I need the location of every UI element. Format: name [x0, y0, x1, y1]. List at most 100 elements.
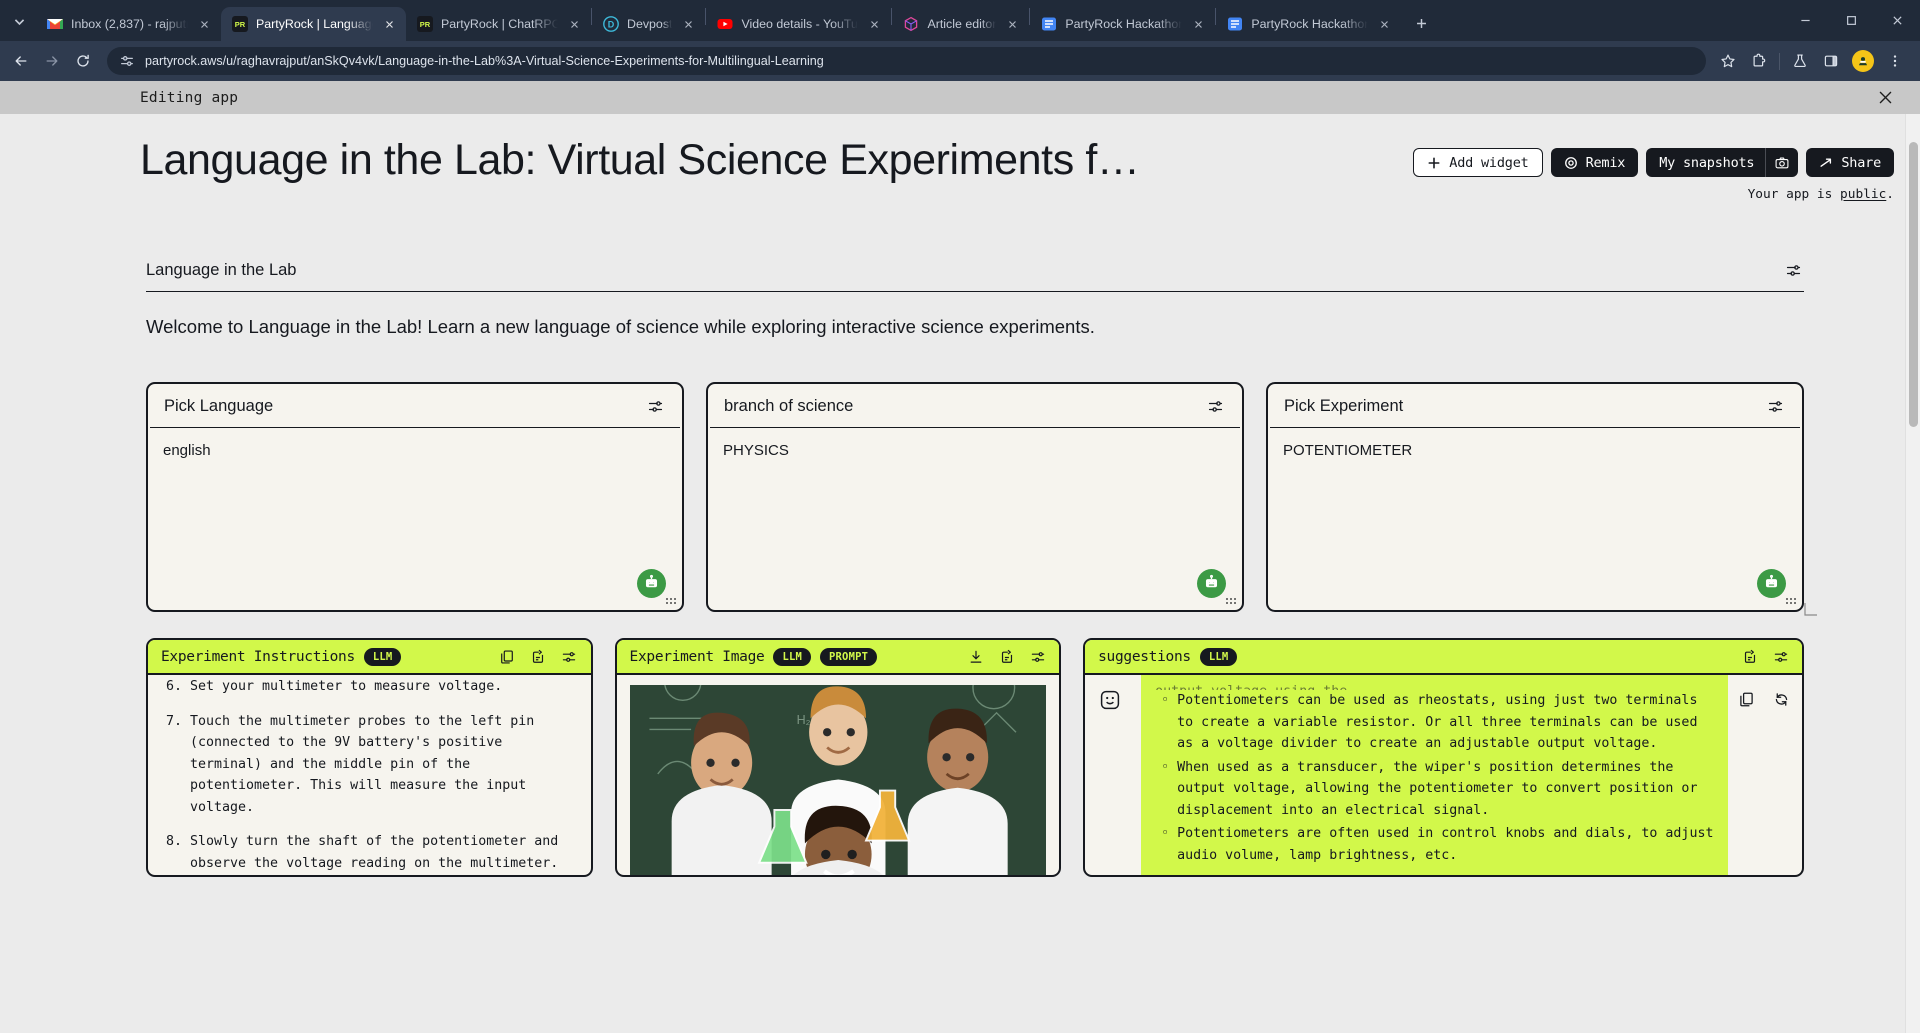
settings-sliders-icon[interactable]	[1765, 396, 1786, 417]
browser-tab[interactable]: PartyRock Hackathon - G	[1030, 7, 1215, 41]
close-icon[interactable]	[1190, 16, 1206, 32]
close-icon	[1879, 91, 1891, 104]
browser-tab[interactable]: PartyRock Hackathon - G	[1216, 7, 1401, 41]
scrollbar-thumb[interactable]	[1909, 142, 1918, 427]
extensions-icon	[1753, 53, 1766, 67]
regenerate-icon[interactable]	[1771, 689, 1792, 710]
site-settings-icon[interactable]	[119, 53, 135, 69]
widget-header: suggestions LLM	[1085, 640, 1803, 675]
app-actions: Add widget Remix My snapshots Share Your…	[1413, 136, 1894, 202]
browser-toolbar: partyrock.aws/u/raghavrajput/anSkQv4vk/L…	[0, 41, 1920, 81]
close-icon[interactable]	[566, 16, 582, 32]
section-body: Welcome to Language in the Lab! Learn a …	[146, 316, 1095, 337]
reload-button[interactable]	[68, 46, 98, 76]
widget-header: Experiment Instructions LLM	[148, 640, 591, 675]
chrome-menu-button[interactable]	[1880, 46, 1910, 76]
maximize-button[interactable]	[1828, 0, 1874, 41]
bot-icon[interactable]	[637, 569, 666, 598]
browser-tab[interactable]: Inbox (2,837) - rajputragh	[36, 7, 221, 41]
partyrock-icon: PR	[417, 16, 433, 32]
minimize-button[interactable]	[1782, 0, 1828, 41]
close-window-button[interactable]	[1874, 0, 1920, 41]
close-icon[interactable]	[1376, 16, 1392, 32]
plus-icon	[1416, 18, 1426, 28]
address-bar[interactable]: partyrock.aws/u/raghavrajput/anSkQv4vk/L…	[107, 47, 1706, 75]
browser-tab[interactable]: Article editor	[892, 7, 1029, 41]
tab-title: PartyRock Hackathon - G	[1251, 17, 1369, 31]
browser-window: Inbox (2,837) - rajputragh PR PartyRock …	[0, 0, 1920, 1033]
resize-handle[interactable]	[1786, 594, 1798, 606]
widget-experiment-image: Experiment Image LLM PROMPT H₂O	[614, 638, 1062, 877]
my-snapshots-button[interactable]: My snapshots	[1646, 148, 1766, 177]
tab-title: Devpost	[627, 17, 673, 31]
settings-sliders-icon[interactable]	[1028, 647, 1047, 666]
extensions-button[interactable]	[1744, 46, 1774, 76]
widget-suggestions: suggestions LLM ◦ Potentiometers can be …	[1083, 638, 1805, 877]
browser-tab[interactable]: D Devpost	[592, 7, 705, 41]
resize-handle[interactable]	[666, 594, 678, 606]
close-icon[interactable]	[1004, 16, 1020, 32]
regenerate-icon[interactable]	[529, 647, 548, 666]
settings-sliders-icon[interactable]	[645, 396, 666, 417]
llm-widget-row: Experiment Instructions LLM 6. Set your …	[146, 638, 1894, 877]
remix-button[interactable]: Remix	[1550, 148, 1639, 177]
widget-output[interactable]: Set your multimeter to measure voltage. …	[148, 675, 591, 875]
back-button[interactable]	[6, 46, 36, 76]
copy-icon[interactable]	[1736, 689, 1757, 710]
suggestion-list: Potentiometers can be used as rheostats,…	[1155, 690, 1714, 866]
youtube-icon	[717, 16, 733, 32]
settings-sliders-icon[interactable]	[1783, 260, 1804, 281]
copy-icon[interactable]	[498, 647, 517, 666]
profile-avatar[interactable]	[1852, 50, 1874, 72]
labs-button[interactable]	[1785, 46, 1815, 76]
widget-value[interactable]: PHYSICS	[708, 428, 1242, 473]
app-content: Language in the Lab: Virtual Science Exp…	[0, 114, 1920, 1033]
page-viewport: Editing app Language in the Lab: Virtual…	[0, 81, 1920, 1033]
editing-app-bar: Editing app	[0, 81, 1920, 114]
gmail-icon	[47, 16, 63, 32]
close-icon[interactable]	[381, 16, 397, 32]
generated-image[interactable]: E=mc² H₂O + O₂	[629, 685, 1047, 875]
input-widget-row: Pick Language english branch of science …	[146, 382, 1894, 612]
bot-icon[interactable]	[1197, 569, 1226, 598]
close-icon[interactable]	[196, 16, 212, 32]
settings-sliders-icon[interactable]	[1771, 647, 1790, 666]
visibility-value[interactable]: public	[1840, 187, 1886, 202]
take-snapshot-button[interactable]	[1765, 148, 1799, 177]
app-header: Language in the Lab: Virtual Science Exp…	[140, 136, 1894, 202]
settings-sliders-icon[interactable]	[1205, 396, 1226, 417]
suggestions-left-rail	[1085, 675, 1141, 875]
list-item: Touch the multimeter probes to the left …	[190, 711, 575, 819]
share-button[interactable]: Share	[1806, 148, 1894, 177]
llm-badge: LLM	[773, 647, 812, 666]
article-editor-icon	[903, 16, 919, 32]
resize-handle[interactable]	[1226, 594, 1238, 606]
close-editing-button[interactable]	[1874, 87, 1896, 109]
suggestions-text[interactable]: output voltage using the Potentiometers …	[1141, 675, 1729, 875]
add-widget-button[interactable]: Add widget	[1413, 148, 1543, 177]
forward-button[interactable]	[37, 46, 67, 76]
settings-sliders-icon[interactable]	[560, 647, 579, 666]
widget-value[interactable]: english	[148, 428, 682, 473]
close-icon[interactable]	[680, 16, 696, 32]
widget-pick-experiment: Pick Experiment POTENTIOMETER	[1266, 382, 1804, 612]
smiley-icon[interactable]	[1098, 688, 1122, 712]
browser-tab[interactable]: PR PartyRock | ChatRPG	[406, 7, 591, 41]
new-tab-button[interactable]	[1407, 9, 1435, 37]
minimize-icon	[1800, 19, 1810, 22]
browser-tab-active[interactable]: PR PartyRock | Language in th	[221, 7, 406, 41]
widget-pick-language: Pick Language english	[146, 382, 684, 612]
page-scrollbar[interactable]	[1905, 114, 1920, 1033]
regenerate-icon[interactable]	[997, 647, 1016, 666]
tab-search-button[interactable]	[4, 6, 34, 36]
widget-value[interactable]: POTENTIOMETER	[1268, 428, 1802, 473]
browser-tab[interactable]: Video details - YouTube S	[706, 7, 891, 41]
action-button-row: Add widget Remix My snapshots Share	[1413, 148, 1894, 177]
widget-title: branch of science	[724, 397, 854, 415]
bookmark-button[interactable]	[1713, 46, 1743, 76]
download-icon[interactable]	[966, 647, 985, 666]
regenerate-icon[interactable]	[1740, 647, 1759, 666]
bot-icon[interactable]	[1757, 569, 1786, 598]
side-panel-button[interactable]	[1816, 46, 1846, 76]
close-icon[interactable]	[866, 16, 882, 32]
